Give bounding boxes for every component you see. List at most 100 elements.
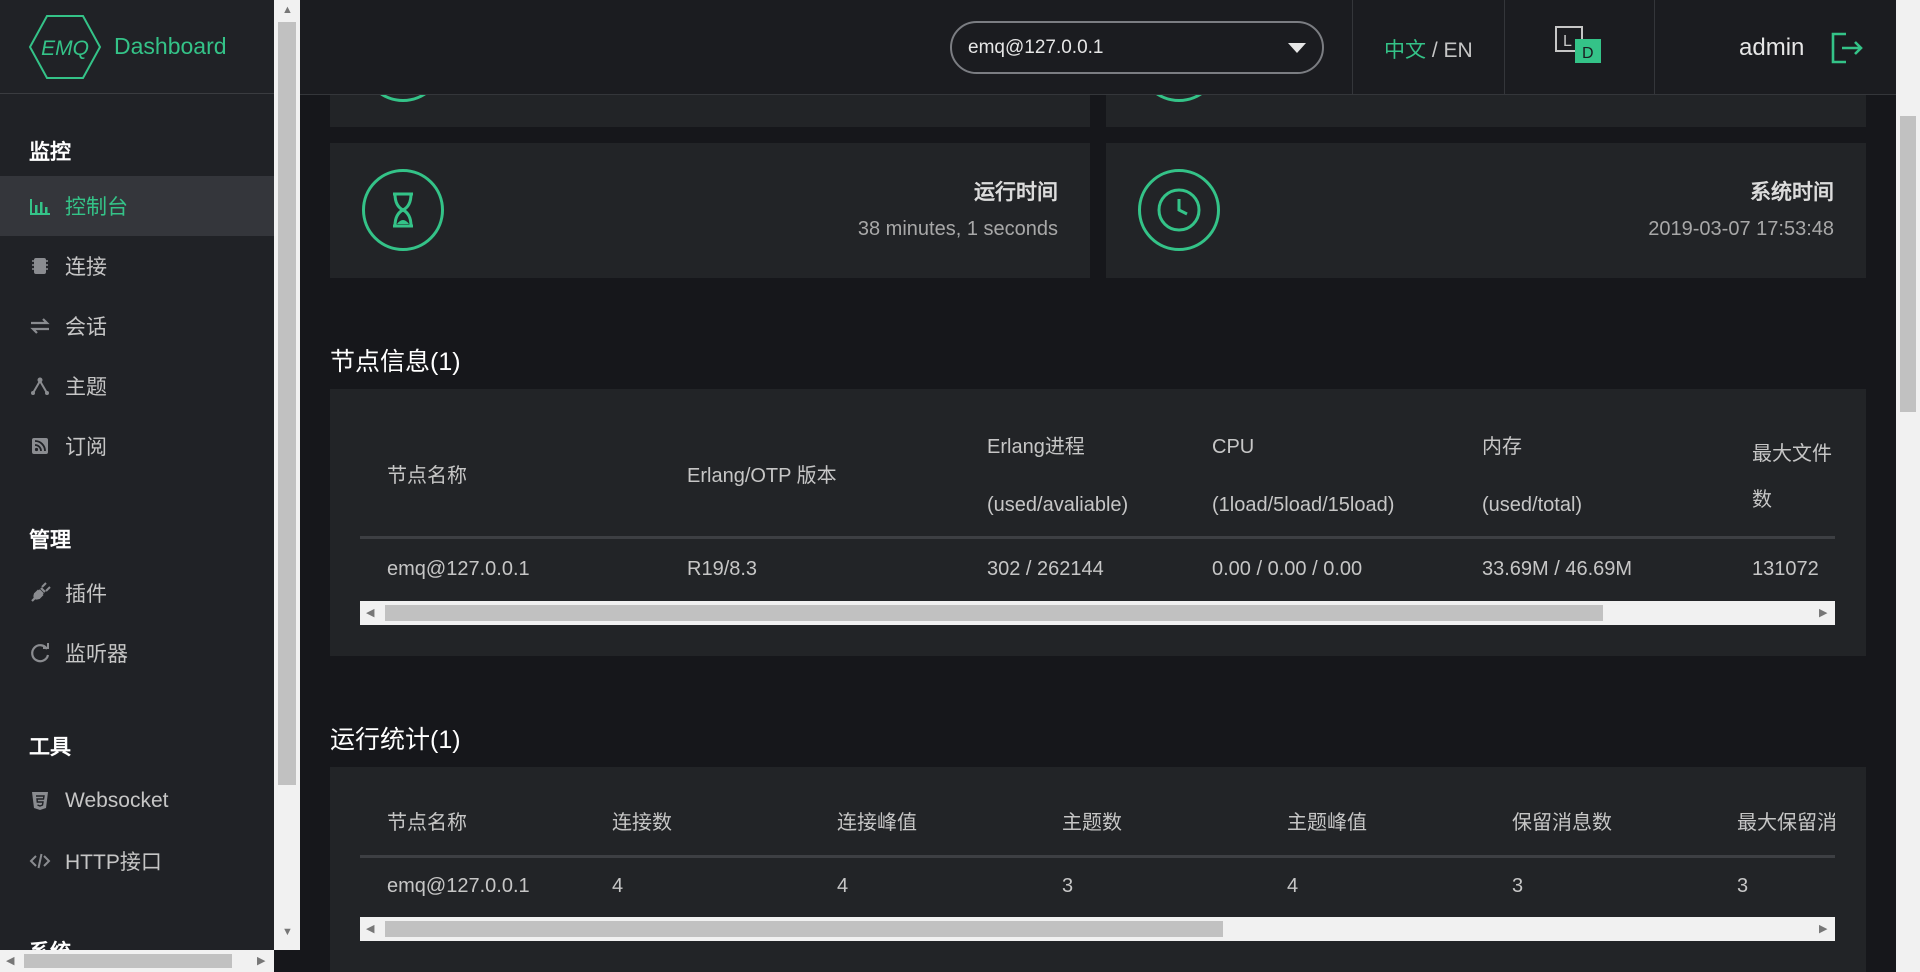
- scroll-left-arrow-icon[interactable]: ◀: [6, 954, 14, 967]
- bar-chart-icon: [30, 199, 50, 215]
- svg-text:L: L: [1563, 33, 1572, 50]
- header-divider: [1352, 0, 1353, 95]
- system-time-title: 系统时间: [1750, 181, 1834, 204]
- scroll-left-arrow-icon[interactable]: ◀: [366, 606, 374, 619]
- theme-toggle-icon[interactable]: L D: [1555, 26, 1605, 66]
- sidebar-item-listeners[interactable]: 监听器: [0, 623, 274, 683]
- scroll-down-arrow-icon[interactable]: ▼: [282, 926, 293, 938]
- hourglass-icon: [362, 169, 444, 251]
- sidebar-item-label: 连接: [65, 256, 107, 279]
- table-header: 连接数: [612, 812, 672, 834]
- system-time-card: 系统时间 2019-03-07 17:53:48: [1106, 143, 1866, 278]
- topic-branch-icon: [31, 377, 49, 395]
- sidebar-item-label: 会话: [65, 316, 107, 339]
- system-time-value: 2019-03-07 17:53:48: [1648, 218, 1834, 240]
- scrollbar-thumb[interactable]: [1900, 116, 1916, 412]
- nav-group-monitor: 监控: [29, 141, 71, 164]
- sidebar-item-label: 主题: [65, 376, 107, 399]
- cell-topics: 3: [1062, 875, 1074, 897]
- header-divider: [360, 855, 1835, 858]
- sidebar-vertical-scrollbar[interactable]: ▲ ▼: [274, 0, 300, 950]
- sidebar-item-label: 监听器: [65, 643, 128, 666]
- language-switch: 中文 / EN: [1384, 34, 1473, 64]
- table-header: CPU: [1212, 436, 1255, 458]
- rss-icon: [32, 438, 48, 454]
- sidebar-item-websocket[interactable]: Websocket: [0, 771, 274, 831]
- scroll-right-arrow-icon[interactable]: ▶: [1819, 606, 1827, 619]
- cell-retained: 3: [1512, 875, 1524, 897]
- lang-en-link[interactable]: EN: [1444, 39, 1473, 62]
- sidebar-item-label: 订阅: [65, 436, 107, 459]
- sidebar-horizontal-scrollbar[interactable]: ◀ ▶: [0, 950, 274, 972]
- cell-cpu: 0.00 / 0.00 / 0.00: [1212, 558, 1363, 580]
- emq-logo-icon: EMQ: [28, 15, 102, 79]
- nav-group-management: 管理: [29, 529, 71, 552]
- sidebar-item-sessions[interactable]: 会话: [0, 296, 274, 356]
- table-header: 内存: [1482, 436, 1522, 458]
- sidebar-item-dashboard[interactable]: 控制台: [0, 176, 274, 236]
- code-brackets-icon: [29, 853, 51, 869]
- table-header: Erlang进程: [987, 436, 1085, 458]
- node-select[interactable]: emq@127.0.0.1: [950, 21, 1324, 74]
- sidebar-item-topics[interactable]: 主题: [0, 356, 274, 416]
- plug-icon: [31, 582, 51, 602]
- sidebar-item-label: HTTP接口: [65, 851, 162, 874]
- cell-otp-version: R19/8.3: [687, 558, 758, 580]
- brand-title: Dashboard: [114, 33, 227, 59]
- table-header-sub: 数: [1752, 489, 1772, 511]
- header-divider: [1654, 0, 1655, 95]
- node-info-title: 节点信息(1): [330, 348, 461, 376]
- refresh-circle-icon: [31, 643, 50, 663]
- uptime-card: 运行时间 38 minutes, 1 seconds: [330, 143, 1090, 278]
- sidebar-item-http-api[interactable]: HTTP接口: [0, 831, 274, 891]
- cell-retained-max: 3: [1737, 875, 1749, 897]
- username: admin: [1739, 34, 1805, 61]
- table-header: 保留消息数: [1512, 812, 1612, 834]
- html5-shield-icon: [32, 792, 48, 810]
- table-header: 主题数: [1062, 812, 1122, 834]
- nav-group-tools: 工具: [29, 736, 71, 759]
- logout-icon[interactable]: [1830, 31, 1864, 65]
- lang-zh-link[interactable]: 中文: [1384, 39, 1426, 62]
- uptime-value: 38 minutes, 1 seconds: [857, 218, 1058, 240]
- sidebar-item-label: 插件: [65, 583, 107, 606]
- sidebar-item-connections[interactable]: 连接: [0, 236, 274, 296]
- scrollbar-thumb[interactable]: [278, 22, 296, 785]
- node-select-value: emq@127.0.0.1: [968, 37, 1104, 58]
- scroll-left-arrow-icon[interactable]: ◀: [366, 922, 374, 935]
- svg-text:EMQ: EMQ: [41, 37, 89, 60]
- header-divider: [1504, 0, 1505, 95]
- table-header: 最大文件: [1752, 443, 1832, 465]
- node-info-card: 节点名称 Erlang/OTP 版本 Erlang进程 (used/avalia…: [330, 389, 1866, 656]
- main-vertical-scrollbar[interactable]: [1896, 0, 1920, 972]
- cell-node-name: emq@127.0.0.1: [387, 875, 530, 897]
- run-stats-card: 节点名称 连接数 连接峰值 主题数 主题峰值 保留消息数 最大保留消 emq@1…: [330, 767, 1866, 972]
- sidebar-item-label: 控制台: [65, 196, 128, 219]
- chip-icon: [32, 258, 48, 274]
- scroll-right-arrow-icon[interactable]: ▶: [257, 954, 265, 967]
- header-divider: [360, 536, 1835, 539]
- svg-text:D: D: [1582, 45, 1594, 62]
- table-header: 最大保留消: [1737, 812, 1835, 834]
- scrollbar-thumb[interactable]: [385, 921, 1223, 937]
- run-stats-horizontal-scrollbar[interactable]: ◀ ▶: [360, 917, 1835, 941]
- scroll-right-arrow-icon[interactable]: ▶: [1819, 922, 1827, 935]
- lang-separator: /: [1426, 39, 1444, 62]
- scrollbar-thumb[interactable]: [24, 954, 232, 968]
- table-header-sub: (used/avaliable): [987, 494, 1129, 516]
- sidebar-item-subscriptions[interactable]: 订阅: [0, 416, 274, 476]
- table-header: Erlang/OTP 版本: [687, 465, 837, 487]
- brand[interactable]: EMQ Dashboard: [0, 0, 274, 94]
- cell-connections-peak: 4: [837, 875, 849, 897]
- cell-node-name: emq@127.0.0.1: [387, 558, 530, 580]
- sidebar: EMQ Dashboard 监控 控制台 连接 会话 主题 订阅 管理 插件 监…: [0, 0, 274, 972]
- caret-down-icon: [1288, 43, 1306, 53]
- table-header: 连接峰值: [837, 812, 917, 834]
- scrollbar-thumb[interactable]: [385, 605, 1603, 621]
- node-info-horizontal-scrollbar[interactable]: ◀ ▶: [360, 601, 1835, 625]
- swap-arrows-icon: [30, 318, 50, 334]
- sidebar-item-plugins[interactable]: 插件: [0, 563, 274, 623]
- table-header: 节点名称: [387, 812, 467, 834]
- table-header-sub: (1load/5load/15load): [1212, 494, 1395, 516]
- scroll-up-arrow-icon[interactable]: ▲: [282, 4, 293, 16]
